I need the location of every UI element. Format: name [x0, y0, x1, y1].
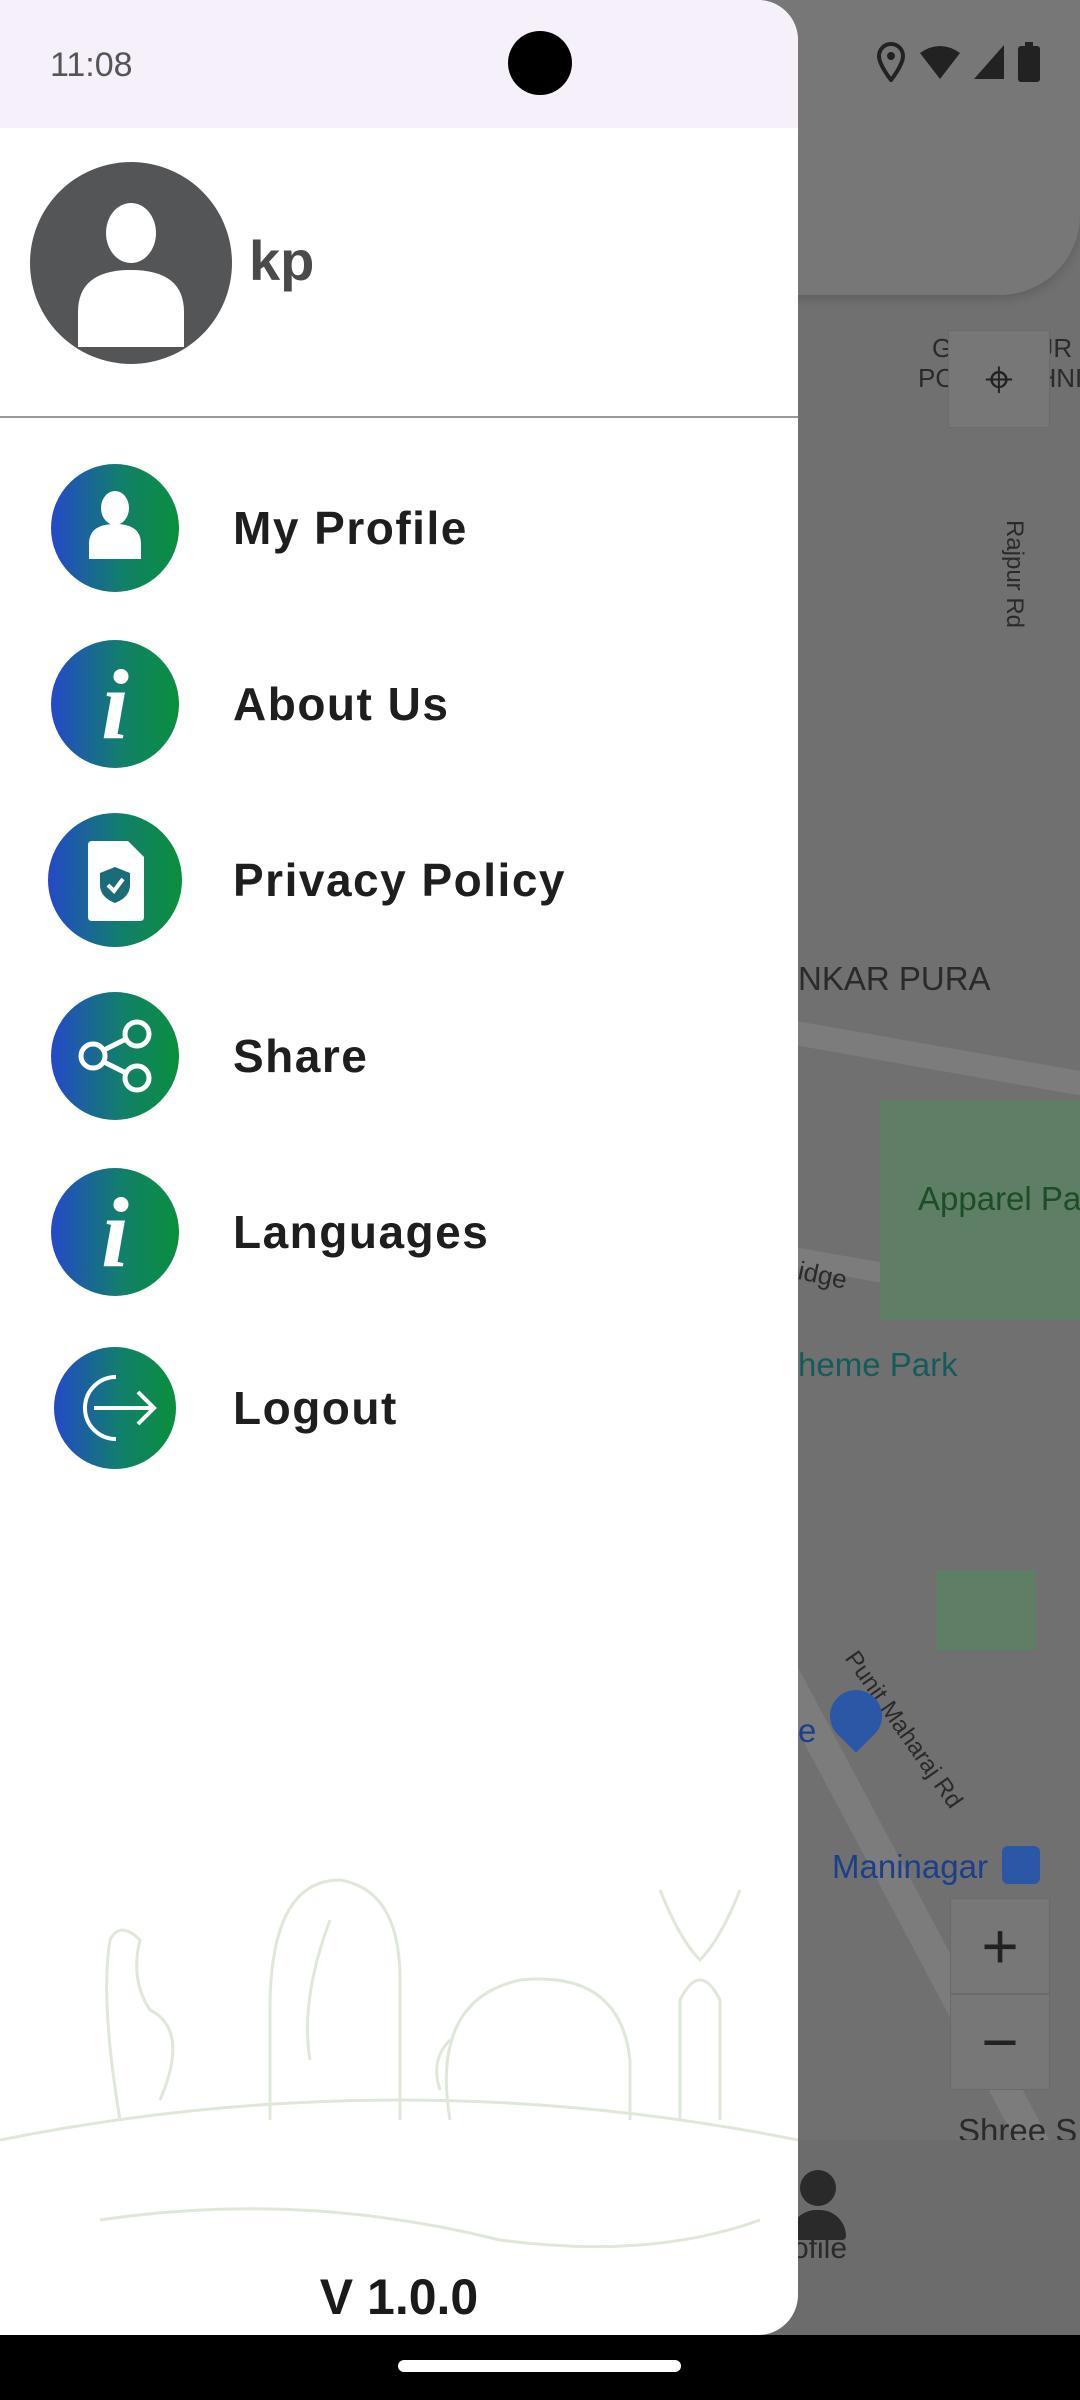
menu-item-share[interactable]: Share: [0, 981, 798, 1131]
zoom-in-button[interactable]: +: [950, 1898, 1050, 1994]
map-label: e: [798, 1712, 817, 1749]
train-station-icon: [1002, 1846, 1040, 1884]
map-label: Apparel Pa: [918, 1180, 1080, 1217]
privacy-document-icon: [48, 813, 182, 947]
map-label: NKAR PURA: [798, 960, 991, 997]
drawer-header: kp: [0, 128, 798, 418]
info-icon: i: [51, 640, 179, 768]
status-bar: 11:08: [0, 0, 798, 128]
wildlife-illustration: [0, 1878, 798, 2249]
zoom-out-button[interactable]: −: [950, 1994, 1050, 2090]
avatar[interactable]: [30, 162, 232, 364]
menu-item-about-us[interactable]: i About Us: [0, 629, 798, 779]
map-label: Rajpur Rd: [1001, 519, 1029, 629]
map-label: Maninagar: [832, 1848, 988, 1885]
app-version: V 1.0.0: [319, 2269, 479, 2325]
map-park: [936, 1570, 1036, 1650]
share-icon: [51, 992, 179, 1120]
menu-label: Languages: [233, 1206, 490, 1258]
menu-label: About Us: [233, 678, 450, 730]
my-location-button[interactable]: ⌖: [948, 330, 1050, 428]
menu-item-privacy-policy[interactable]: Privacy Policy: [0, 805, 798, 955]
signal-icon: [974, 45, 1004, 79]
status-time: 11:08: [50, 46, 133, 84]
profile-nav-icon[interactable]: [790, 2170, 846, 2240]
logout-icon: [54, 1347, 176, 1469]
menu-label: Privacy Policy: [233, 854, 566, 906]
menu-label: My Profile: [233, 502, 468, 554]
camera-cutout: [508, 31, 572, 95]
user-name: kp: [249, 229, 315, 292]
menu-label: Logout: [233, 1382, 398, 1434]
menu-item-languages[interactable]: i Languages: [0, 1157, 798, 1307]
nav-profile-label[interactable]: ofile: [792, 2232, 847, 2266]
navigation-drawer: 11:08 kp My Profile i About Us Privacy P…: [0, 0, 798, 2335]
info-icon: i: [51, 1168, 179, 1296]
home-indicator[interactable]: [398, 2360, 681, 2372]
menu-label: Share: [233, 1030, 369, 1082]
crosshair-icon: ⌖: [984, 350, 1014, 407]
status-icons: [876, 42, 1040, 82]
battery-icon: [1018, 42, 1040, 82]
map-label: heme Park: [798, 1346, 958, 1383]
person-icon: [51, 464, 179, 592]
location-icon: [876, 42, 906, 82]
menu-item-logout[interactable]: Logout: [0, 1333, 798, 1483]
wifi-icon: [920, 46, 960, 79]
person-icon: [78, 203, 184, 347]
menu-item-my-profile[interactable]: My Profile: [0, 453, 798, 603]
